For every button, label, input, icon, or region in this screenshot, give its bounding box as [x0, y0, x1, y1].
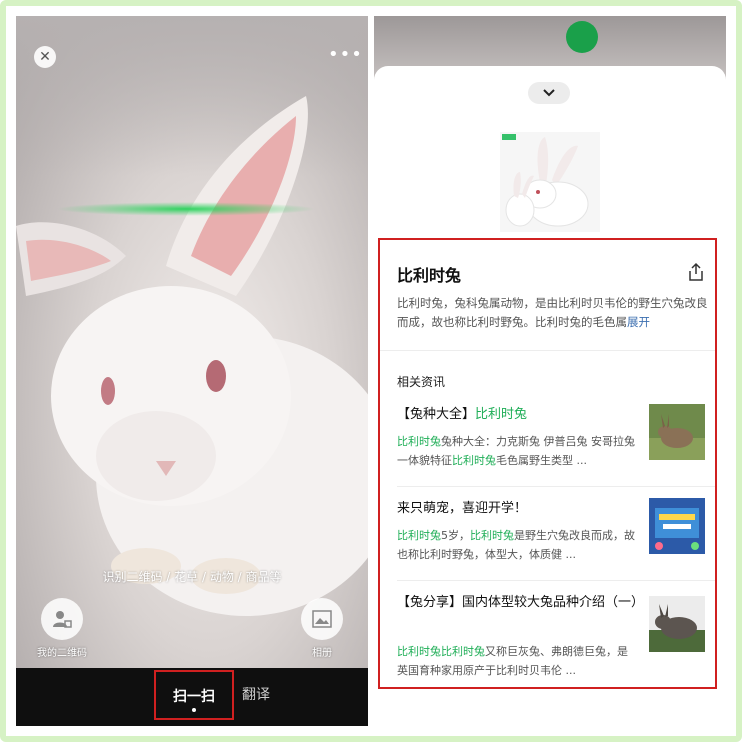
- collapse-button[interactable]: [528, 82, 570, 104]
- divider: [397, 580, 715, 581]
- news-snippet: 比利时兔兔种大全：力克斯兔 伊普吕兔 安哥拉兔一体貌特征比利时兔毛色属野生类型 …: [397, 432, 637, 470]
- news-thumbnail: [649, 404, 705, 460]
- tab-scan-label: 扫一扫: [173, 689, 215, 705]
- detected-point-marker: [566, 21, 598, 53]
- my-qr-code-button[interactable]: [41, 598, 83, 640]
- snippet-text: 5岁，: [441, 529, 470, 542]
- rabbit-thumbnail: [500, 132, 600, 232]
- description-text: 比利时兔，兔科兔属动物，是由比利时贝韦伦的野生穴兔改良而成，故也称比利时野兔。比…: [397, 296, 708, 329]
- my-qr-code-label: 我的二维码: [37, 648, 87, 659]
- snippet-highlight: 比利时兔: [470, 529, 514, 542]
- chevron-down-icon: [543, 89, 555, 97]
- result-title: 比利时兔: [397, 266, 462, 285]
- news-title-text: 【兔分享】国内体型较大兔品种介绍（一）: [397, 595, 645, 610]
- bottom-tab-bar: 扫一扫 翻译: [16, 668, 368, 726]
- news-title-text: 【兔种大全】: [397, 407, 476, 422]
- recognition-result-card: 比利时兔 比利时兔，兔科兔属动物，是由比利时贝韦伦的野生穴兔改良而成，故也称比利…: [378, 238, 717, 689]
- result-description: 比利时兔，兔科兔属动物，是由比利时贝韦伦的野生穴兔改良而成，故也称比利时野兔。比…: [397, 294, 711, 332]
- tab-translate[interactable]: 翻译: [242, 684, 270, 704]
- share-icon[interactable]: [686, 262, 706, 282]
- news-item[interactable]: 【兔种大全】比利时兔 比利时兔兔种大全：力克斯兔 伊普吕兔 安哥拉兔一体貌特征比…: [397, 404, 711, 494]
- snippet-highlight: 比利时兔: [397, 529, 441, 542]
- snippet-highlight: 比利时兔比利时兔: [397, 645, 485, 658]
- news-thumbnail: [649, 596, 705, 652]
- tab-scan[interactable]: 扫一扫: [154, 670, 234, 720]
- news-title: 【兔种大全】比利时兔: [397, 404, 642, 425]
- divider: [380, 350, 715, 351]
- expand-link[interactable]: 展开: [627, 315, 650, 329]
- news-item[interactable]: 来只萌宠，喜迎开学！ 比利时兔5岁，比利时兔是野生穴兔改良而成，故也称比利时野兔…: [397, 498, 711, 588]
- image-icon: [312, 610, 332, 628]
- album-label: 相册: [312, 648, 332, 659]
- snippet-highlight: 比利时兔: [397, 435, 441, 448]
- person-qr-icon: [53, 611, 72, 628]
- news-thumbnail: [649, 498, 705, 554]
- album-button[interactable]: [301, 598, 343, 640]
- more-options-icon[interactable]: •••: [328, 44, 363, 65]
- snippet-highlight: 比利时兔: [452, 454, 496, 467]
- news-snippet: 比利时兔5岁，比利时兔是野生穴兔改良而成，故也称比利时野兔，体型大，体质健 ..…: [397, 526, 637, 564]
- scanner-screen: ✕ ••• 识别二维码 / 花草 / 动物 / 商品等 我的二维码 相册 扫一扫…: [16, 16, 368, 726]
- result-image[interactable]: [500, 132, 600, 232]
- news-item[interactable]: 【兔分享】国内体型较大兔品种介绍（一） 比利时兔比利时兔又称巨灰兔、弗朗德巨兔，…: [397, 592, 711, 682]
- close-icon[interactable]: ✕: [34, 46, 56, 68]
- news-title-highlight: 比利时兔: [475, 407, 528, 422]
- scan-line: [56, 202, 316, 216]
- news-snippet: 比利时兔比利时兔又称巨灰兔、弗朗德巨兔，是英国育种家用原产于比利时贝韦伦 ...: [397, 642, 637, 680]
- section-label: 相关资讯: [397, 375, 446, 389]
- result-sheet: 比利时兔 比利时兔，兔科兔属动物，是由比利时贝韦伦的野生穴兔改良而成，故也称比利…: [374, 66, 726, 726]
- news-title-text: 来只萌宠，喜迎开学！: [397, 501, 528, 516]
- rabbit-camera-view: [16, 96, 368, 616]
- news-title: 【兔分享】国内体型较大兔品种介绍（一）: [397, 592, 645, 613]
- result-screen: 比利时兔 比利时兔，兔科兔属动物，是由比利时贝韦伦的野生穴兔改良而成，故也称比利…: [374, 16, 726, 726]
- scan-hint: 识别二维码 / 花草 / 动物 / 商品等: [102, 570, 282, 584]
- news-title: 来只萌宠，喜迎开学！: [397, 498, 642, 519]
- divider: [397, 486, 715, 487]
- active-tab-dot: [192, 708, 196, 712]
- snippet-text: 毛色属野生类型 ...: [496, 454, 587, 467]
